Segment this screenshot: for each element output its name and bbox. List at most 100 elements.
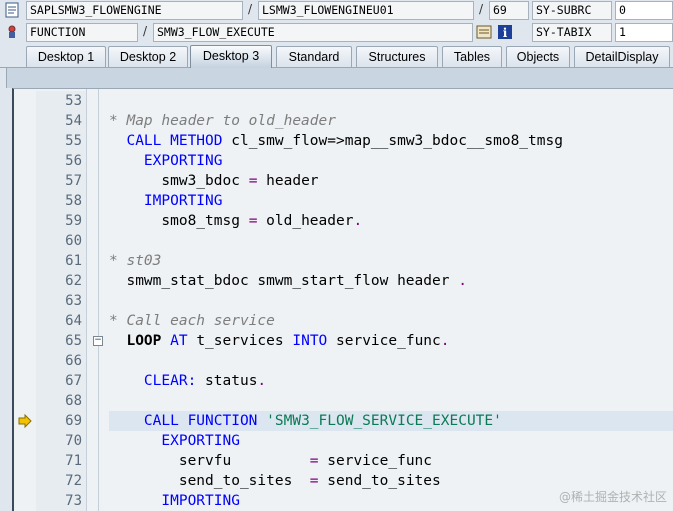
code-token: CALL METHOD [126, 133, 223, 149]
tab-tables[interactable]: Tables [442, 46, 502, 67]
code-token: CLEAR: [143, 373, 197, 389]
line-number: 73 [36, 491, 86, 511]
function-icon [4, 24, 20, 40]
code-line[interactable]: CALL METHOD cl_smw_flow=>map__smw3_bdoc_… [109, 131, 673, 151]
code-token: service_func [318, 453, 433, 469]
fold-divider [98, 89, 99, 511]
code-line[interactable]: * st03 [109, 251, 673, 271]
code-line[interactable]: smw3_bdoc = header [109, 171, 673, 191]
gutter-divider [86, 89, 87, 511]
code-token: header [257, 173, 319, 189]
code-line[interactable]: smwm_stat_bdoc smwm_start_flow header . [109, 271, 673, 291]
include-name-field[interactable]: LSMW3_FLOWENGINEU01 [258, 1, 474, 20]
tab-structures[interactable]: Structures [356, 46, 438, 67]
tab-standard[interactable]: Standard [276, 46, 352, 67]
line-number: 64 [36, 311, 86, 331]
code-token: IMPORTING [143, 193, 223, 209]
code-line[interactable]: LOOP AT t_services INTO service_func. [109, 331, 673, 351]
tab-detail-display[interactable]: DetailDisplay [574, 46, 670, 67]
tab-desktop-2[interactable]: Desktop 2 [108, 46, 188, 67]
tab-desktop-1[interactable]: Desktop 1 [26, 46, 106, 67]
code-line[interactable] [109, 351, 673, 371]
collapse-block-icon[interactable]: − [93, 336, 103, 346]
line-number: 54 [36, 111, 86, 131]
info-icon[interactable]: i [497, 24, 513, 40]
code-token: servfu [109, 453, 310, 469]
code-token: = [309, 473, 319, 489]
tab-desktop-3[interactable]: Desktop 3 [190, 45, 272, 68]
line-number: 61 [36, 251, 86, 271]
sysvar2-name-field[interactable]: SY-TABIX [532, 23, 612, 42]
line-number: 65 [36, 331, 86, 351]
code-line[interactable]: EXPORTING [109, 151, 673, 171]
code-token: EXPORTING [143, 153, 223, 169]
sysvar1-name-field[interactable]: SY-SUBRC [532, 1, 612, 20]
sysvar1-value-field[interactable]: 0 [615, 1, 673, 20]
code-line[interactable]: CLEAR: status. [109, 371, 673, 391]
code-token: * Map header to old_header [109, 113, 336, 129]
code-line[interactable]: * Call each service [109, 311, 673, 331]
code-token: service_func [327, 333, 441, 349]
program-icon [4, 2, 20, 18]
svg-text:i: i [503, 26, 508, 40]
code-token: AT [170, 333, 188, 349]
line-number: 56 [36, 151, 86, 171]
code-line[interactable] [109, 391, 673, 411]
line-number-field[interactable]: 69 [489, 1, 529, 20]
code-token: cl_smw_flow=>map__smw3_bdoc__smo8_tmsg [222, 133, 563, 149]
sysvar2-value-field[interactable]: 1 [615, 23, 673, 42]
debugger-tab-strip: Desktop 1 Desktop 2 Desktop 3 Standard S… [0, 44, 673, 68]
code-line[interactable] [109, 291, 673, 311]
line-number: 59 [36, 211, 86, 231]
separator: / [248, 2, 253, 16]
code-token: . [257, 373, 267, 389]
display-icon[interactable] [476, 24, 492, 40]
code-line[interactable] [109, 231, 673, 251]
separator: / [479, 2, 484, 16]
code-token: . [353, 213, 363, 229]
object-name-field[interactable]: SMW3_FLOW_EXECUTE [153, 23, 473, 42]
info-row-function: FUNCTION / SMW3_FLOW_EXECUTE i SY-TABIX … [0, 22, 673, 43]
tab-content-header [6, 68, 673, 88]
program-name-field[interactable]: SAPLSMW3_FLOWENGINE [26, 1, 243, 20]
separator: / [143, 24, 148, 38]
tab-objects[interactable]: Objects [506, 46, 570, 67]
code-token: IMPORTING [161, 493, 240, 509]
object-type-field[interactable]: FUNCTION [26, 23, 138, 42]
code-line[interactable]: IMPORTING [109, 191, 673, 211]
code-token: smw3_bdoc [109, 173, 249, 189]
code-token: status [196, 373, 258, 389]
line-number: 72 [36, 471, 86, 491]
code-token: 'SMW3_FLOW_SERVICE_EXECUTE' [266, 413, 502, 429]
code-line[interactable]: smo8_tmsg = old_header. [109, 211, 673, 231]
code-token: LOOP [126, 333, 162, 349]
info-row-program: SAPLSMW3_FLOWENGINE / LSMW3_FLOWENGINEU0… [0, 0, 673, 21]
line-number: 62 [36, 271, 86, 291]
code-line[interactable] [109, 91, 673, 111]
code-token: send_to_sites [109, 473, 310, 489]
code-token: * st03 [109, 253, 162, 269]
code-line[interactable]: EXPORTING [109, 431, 673, 451]
code-token: EXPORTING [161, 433, 240, 449]
current-statement-arrow-icon [14, 411, 36, 431]
code-token: INTO [292, 333, 328, 349]
line-number: 67 [36, 371, 86, 391]
code-token: . [440, 333, 450, 349]
line-number: 57 [36, 171, 86, 191]
line-number: 55 [36, 131, 86, 151]
code-line[interactable]: * Map header to old_header [109, 111, 673, 131]
line-number: 68 [36, 391, 86, 411]
code-token: old_header [257, 213, 354, 229]
code-line[interactable]: servfu = service_func [109, 451, 673, 471]
current-code-line[interactable]: CALL FUNCTION 'SMW3_FLOW_SERVICE_EXECUTE… [109, 411, 673, 431]
code-token: t_services [187, 333, 293, 349]
source-code-editor[interactable]: 53 54 * Map header to old_header 55 CALL ME… [12, 88, 673, 511]
